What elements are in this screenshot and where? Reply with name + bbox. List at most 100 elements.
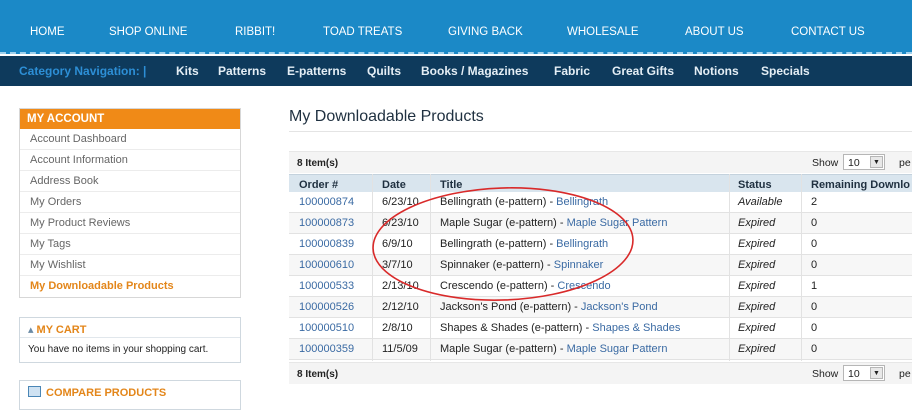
order-number-link[interactable]: 100000610 (299, 259, 354, 271)
download-link[interactable]: Spinnaker (554, 259, 604, 271)
nav-contact-us[interactable]: CONTACT US (791, 26, 865, 38)
per-page-value: 10 (848, 157, 860, 169)
nav-wholesale[interactable]: WHOLESALE (567, 26, 639, 38)
order-number-link[interactable]: 100000533 (299, 280, 354, 292)
download-status: Expired (738, 322, 776, 334)
nav-about-us[interactable]: ABOUT US (685, 26, 744, 38)
download-status: Expired (738, 217, 776, 229)
item-count: 8 Item(s) (297, 158, 339, 169)
download-status: Expired (738, 301, 776, 313)
column-header-remaining[interactable]: Remaining Downlo (811, 179, 910, 191)
nav-toad-treats[interactable]: TOAD TREATS (323, 26, 402, 38)
download-link[interactable]: Shapes & Shades (592, 322, 680, 334)
table-body: 100000874 6/23/10 Bellingrath (e-pattern) … (289, 192, 912, 360)
account-link-dashboard[interactable]: Account Dashboard (20, 129, 240, 150)
category-books-magazines[interactable]: Books / Magazines (421, 64, 528, 78)
category-specials[interactable]: Specials (761, 64, 810, 78)
pager-top: 8 Item(s) Show 10 ▼ pe (289, 151, 912, 173)
table-row: 100000510 2/8/10 Shapes & Shades (e-patter… (289, 318, 912, 339)
table-row: 100000874 6/23/10 Bellingrath (e-pattern) … (289, 192, 912, 213)
remaining-downloads: 0 (811, 343, 818, 355)
per-page-label: pe (899, 368, 911, 380)
nav-shop-online[interactable]: SHOP ONLINE (109, 26, 187, 38)
download-link[interactable]: Jackson's Pond (581, 301, 658, 313)
product-title: Maple Sugar (e-pattern) - Maple Sugar Pa… (440, 217, 668, 229)
account-link-orders[interactable]: My Orders (20, 192, 240, 213)
remaining-downloads: 0 (811, 301, 818, 313)
product-title: Jackson's Pond (e-pattern) - Jackson's P… (440, 301, 658, 313)
column-header-date[interactable]: Date (382, 179, 406, 191)
account-link-downloadable-products[interactable]: My Downloadable Products (20, 276, 240, 297)
show-label: Show (812, 368, 839, 380)
account-link-tags[interactable]: My Tags (20, 234, 240, 255)
order-number-link[interactable]: 100000510 (299, 322, 354, 334)
account-heading: MY ACCOUNT (20, 109, 240, 129)
order-number-link[interactable]: 100000874 (299, 196, 354, 208)
product-name: Bellingrath (e-pattern) (440, 238, 547, 250)
order-number-link[interactable]: 100000839 (299, 238, 354, 250)
remaining-downloads: 0 (811, 217, 818, 229)
remaining-downloads: 2 (811, 196, 818, 208)
category-navigation: Category Navigation: | Kits Patterns E-p… (0, 56, 912, 86)
chevron-down-icon[interactable]: ▼ (870, 367, 883, 379)
chevron-down-icon[interactable]: ▼ (870, 156, 883, 168)
product-title: Spinnaker (e-pattern) - Spinnaker (440, 259, 604, 271)
table-row: 100000610 3/7/10 Spinnaker (e-pattern) - S… (289, 255, 912, 276)
product-name: Maple Sugar (e-pattern) (440, 217, 557, 229)
download-status: Expired (738, 259, 776, 271)
remaining-downloads: 0 (811, 259, 818, 271)
nav-ribbit[interactable]: RIBBIT! (235, 26, 275, 38)
nav-home[interactable]: HOME (30, 26, 65, 38)
account-link-information[interactable]: Account Information (20, 150, 240, 171)
remaining-downloads: 0 (811, 238, 818, 250)
column-header-order[interactable]: Order # (299, 179, 338, 191)
account-link-wishlist[interactable]: My Wishlist (20, 255, 240, 276)
column-header-status[interactable]: Status (738, 179, 772, 191)
cart-heading: ▴ MY CART (20, 318, 240, 338)
download-link[interactable]: Bellingrath (556, 238, 608, 250)
compare-list-icon (28, 386, 41, 397)
download-status: Expired (738, 343, 776, 355)
category-great-gifts[interactable]: Great Gifts (612, 64, 674, 78)
compare-heading: COMPARE PRODUCTS (20, 381, 240, 404)
account-link-product-reviews[interactable]: My Product Reviews (20, 213, 240, 234)
show-label: Show (812, 157, 839, 169)
category-fabric[interactable]: Fabric (554, 64, 590, 78)
per-page-select[interactable]: 10 ▼ (843, 154, 885, 170)
account-link-address-book[interactable]: Address Book (20, 171, 240, 192)
download-status: Expired (738, 238, 776, 250)
per-page-select[interactable]: 10 ▼ (843, 365, 885, 381)
nav-giving-back[interactable]: GIVING BACK (448, 26, 523, 38)
order-number-link[interactable]: 100000359 (299, 343, 354, 355)
download-link[interactable]: Maple Sugar Pattern (567, 343, 668, 355)
product-title: Crescendo (e-pattern) - Crescendo (440, 280, 611, 292)
category-kits[interactable]: Kits (176, 64, 199, 78)
title-divider (289, 131, 912, 132)
pager-bottom: 8 Item(s) Show 10 ▼ pe (289, 362, 912, 384)
product-name: Shapes & Shades (e-pattern) (440, 322, 583, 334)
download-link[interactable]: Bellingrath (556, 196, 608, 208)
category-e-patterns[interactable]: E-patterns (287, 64, 346, 78)
compare-block: COMPARE PRODUCTS (19, 380, 241, 410)
order-date: 2/8/10 (382, 322, 413, 334)
account-navigation: MY ACCOUNT Account Dashboard Account Inf… (19, 108, 241, 298)
order-date: 2/13/10 (382, 280, 419, 292)
page-title: My Downloadable Products (289, 108, 484, 125)
top-navigation: HOME SHOP ONLINE RIBBIT! TOAD TREATS GIV… (0, 0, 912, 54)
column-divider (372, 174, 373, 361)
order-number-link[interactable]: 100000526 (299, 301, 354, 313)
category-notions[interactable]: Notions (694, 64, 739, 78)
order-number-link[interactable]: 100000873 (299, 217, 354, 229)
download-link[interactable]: Crescendo (557, 280, 610, 292)
product-title: Bellingrath (e-pattern) - Bellingrath (440, 196, 609, 208)
remaining-downloads: 1 (811, 280, 818, 292)
download-link[interactable]: Maple Sugar Pattern (567, 217, 668, 229)
per-page-label: pe (899, 157, 911, 169)
category-patterns[interactable]: Patterns (218, 64, 266, 78)
product-name: Maple Sugar (e-pattern) (440, 343, 557, 355)
column-header-title[interactable]: Title (440, 179, 462, 191)
column-divider (729, 174, 730, 361)
cart-empty-message: You have no items in your shopping cart. (28, 344, 209, 355)
order-date: 6/23/10 (382, 217, 419, 229)
category-quilts[interactable]: Quilts (367, 64, 401, 78)
